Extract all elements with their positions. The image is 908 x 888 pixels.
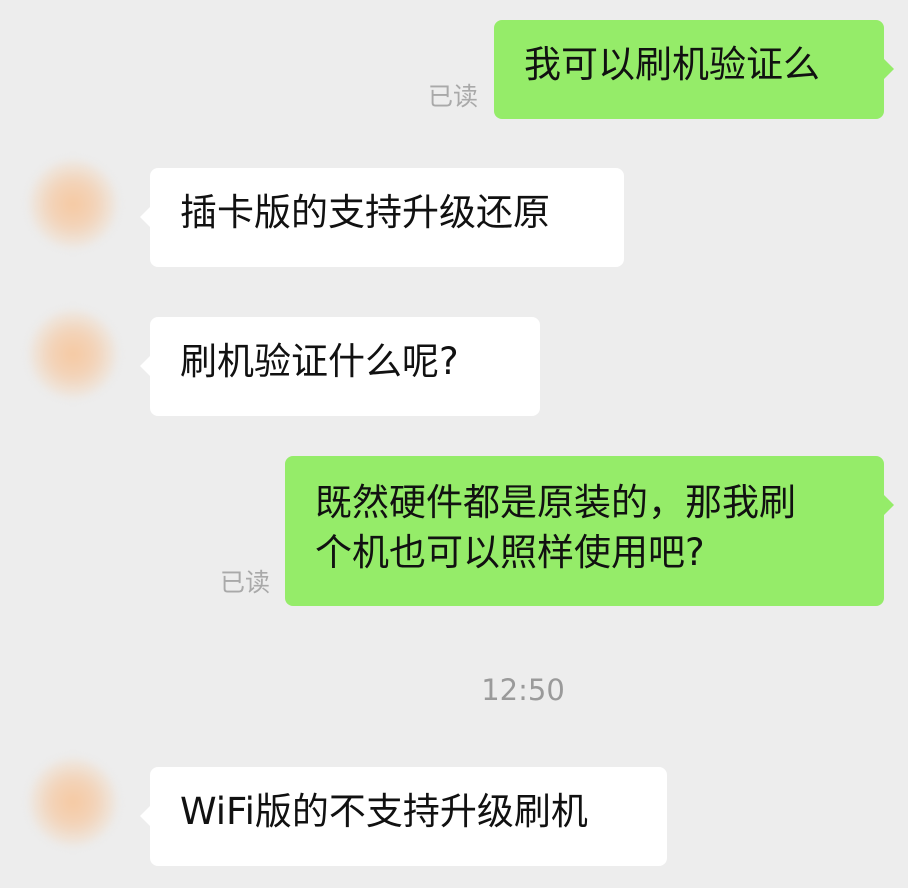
incoming-message-bubble[interactable]: 刷机验证什么呢? xyxy=(140,317,540,416)
incoming-message-bubble[interactable]: 插卡版的支持升级还原 xyxy=(140,168,624,267)
read-receipt: 已读 xyxy=(220,568,271,597)
outgoing-message-bubble[interactable]: 既然硬件都是原装的，那我刷 个机也可以照样使用吧? xyxy=(285,456,894,606)
contact-avatar[interactable] xyxy=(29,758,117,846)
outgoing-message-bubble[interactable]: 我可以刷机验证么 xyxy=(494,20,894,119)
contact-avatar[interactable] xyxy=(29,310,117,398)
incoming-message-bubble[interactable]: WiFi版的不支持升级刷机 xyxy=(140,767,667,866)
read-receipt: 已读 xyxy=(428,82,479,111)
message-timestamp: 12:50 xyxy=(481,673,565,707)
chat-message-list[interactable]: 已读 我可以刷机验证么 插卡版的支持升级还原 刷机验证什么呢? 已读 既然硬件都… xyxy=(0,0,908,888)
contact-avatar[interactable] xyxy=(29,160,117,248)
